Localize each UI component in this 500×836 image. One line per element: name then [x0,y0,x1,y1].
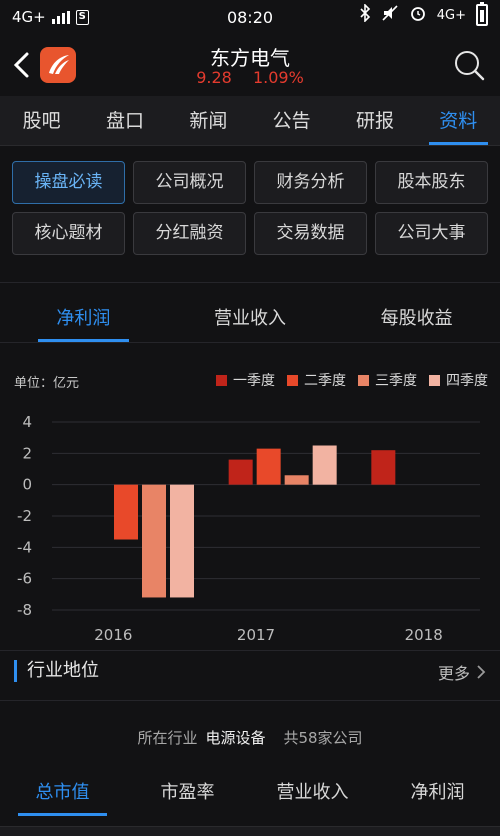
tab-announcements[interactable]: 公告 [250,96,333,145]
stock-price: 9.28 [196,68,232,87]
bar-2016-q2 [114,484,138,540]
bar-2016-q3 [142,484,166,598]
tab-research[interactable]: 研报 [333,96,416,145]
industry-name: 电源设备 [205,729,266,747]
company-events-button[interactable]: 公司大事 [375,212,488,255]
tab-news[interactable]: 新闻 [167,96,250,145]
y-tick-label: 2 [22,444,32,462]
chart-legend: 一季度 二季度 三季度 四季度 [216,370,488,390]
legend-swatch-q3 [358,374,369,386]
trading-essentials-button[interactable]: 操盘必读 [12,161,125,204]
x-tick-label: 2018 [405,626,443,644]
legend-label-q1: 一季度 [233,373,275,389]
tab-rank-revenue[interactable]: 营业收入 [250,770,375,816]
tab-net-profit[interactable]: 净利润 [0,296,167,342]
unit-label: 单位：亿元 [14,376,80,391]
bar-2017-q2 [256,448,281,485]
stock-header: 东方电气 9.28 1.09% [0,34,500,96]
battery-icon [476,2,488,26]
status-right: 4G+ [359,2,488,26]
tab-eps[interactable]: 每股收益 [333,296,500,342]
section-divider-2 [0,650,500,651]
stock-name: 东方电气 [210,46,290,70]
legend-label-q2: 二季度 [304,373,346,389]
legend-item-q4: 四季度 [429,370,488,390]
y-tick-label: 4 [22,413,32,431]
y-tick-label: -8 [17,601,32,619]
bar-2016-q4 [170,484,194,598]
main-tabs: 股吧 盘口 新闻 公告 研报 资料 [0,96,500,146]
alarm-icon [409,4,427,26]
trading-data-button[interactable]: 交易数据 [254,212,367,255]
shareholders-button[interactable]: 股本股东 [375,161,488,204]
tab-rank-net-profit[interactable]: 净利润 [375,770,500,816]
y-tick-label: -4 [17,538,32,556]
y-tick-label: -2 [17,507,32,525]
industry-company-count: 共58家公司 [283,729,363,747]
stock-quote: 9.28 1.09% [0,68,500,87]
more-label: 更多 [437,664,470,683]
more-link[interactable]: 更多 [438,660,486,684]
industry-section-title: 行业地位 [14,660,99,682]
financial-analysis-button[interactable]: 财务分析 [254,161,367,204]
mute-icon [381,4,399,26]
core-themes-button[interactable]: 核心题材 [12,212,125,255]
x-tick-label: 2017 [237,626,275,644]
legend-item-q3: 三季度 [358,370,417,390]
bar-2017-q3 [284,475,309,485]
stock-change-percent: 1.09% [252,68,304,87]
tab-market-cap[interactable]: 总市值 [0,770,125,816]
bar-2017-q4 [312,445,337,485]
legend-item-q1: 一季度 [216,370,275,390]
legend-swatch-q1 [216,374,227,386]
net-profit-chart: 4 2 0 -2 -4 -6 -8 2016 2017 2018 [17,413,480,644]
bar-2017-q1 [228,459,253,485]
bar-2018-q1 [371,450,396,485]
company-overview-button[interactable]: 公司概况 [133,161,246,204]
section-divider-3 [0,700,500,701]
x-tick-label: 2016 [94,626,132,644]
profile-button-grid: 操盘必读 公司概况 财务分析 股本股东 核心题材 分红融资 交易数据 公司大事 [12,161,488,255]
bluetooth-icon [359,3,371,26]
chart-tabs: 净利润 营业收入 每股收益 [0,296,500,342]
section-divider [0,282,500,283]
industry-info: 所在行业 电源设备 共58家公司 [0,727,500,748]
legend-label-q3: 三季度 [375,373,417,389]
legend-swatch-q2 [287,374,298,386]
tab-revenue[interactable]: 营业收入 [167,296,334,342]
chart-tabs-divider [0,342,500,343]
legend-item-q2: 二季度 [287,370,346,390]
network-type-right: 4G+ [436,7,466,23]
chevron-right-icon [477,665,486,679]
tab-pe-ratio[interactable]: 市盈率 [125,770,250,816]
bottom-toolbar [0,826,500,836]
y-tick-label: -6 [17,570,32,588]
industry-label: 所在行业 [137,729,198,747]
tab-pankou[interactable]: 盘口 [83,96,166,145]
legend-label-q4: 四季度 [446,373,488,389]
ranking-tabs: 总市值 市盈率 营业收入 净利润 [0,770,500,816]
status-bar: 4G+ S 08:20 4G+ [0,0,500,34]
tab-guba[interactable]: 股吧 [0,96,83,145]
search-icon[interactable] [452,48,486,82]
dividends-financing-button[interactable]: 分红融资 [133,212,246,255]
tab-profile[interactable]: 资料 [417,96,500,145]
legend-swatch-q4 [429,374,440,386]
y-tick-label: 0 [22,476,32,494]
